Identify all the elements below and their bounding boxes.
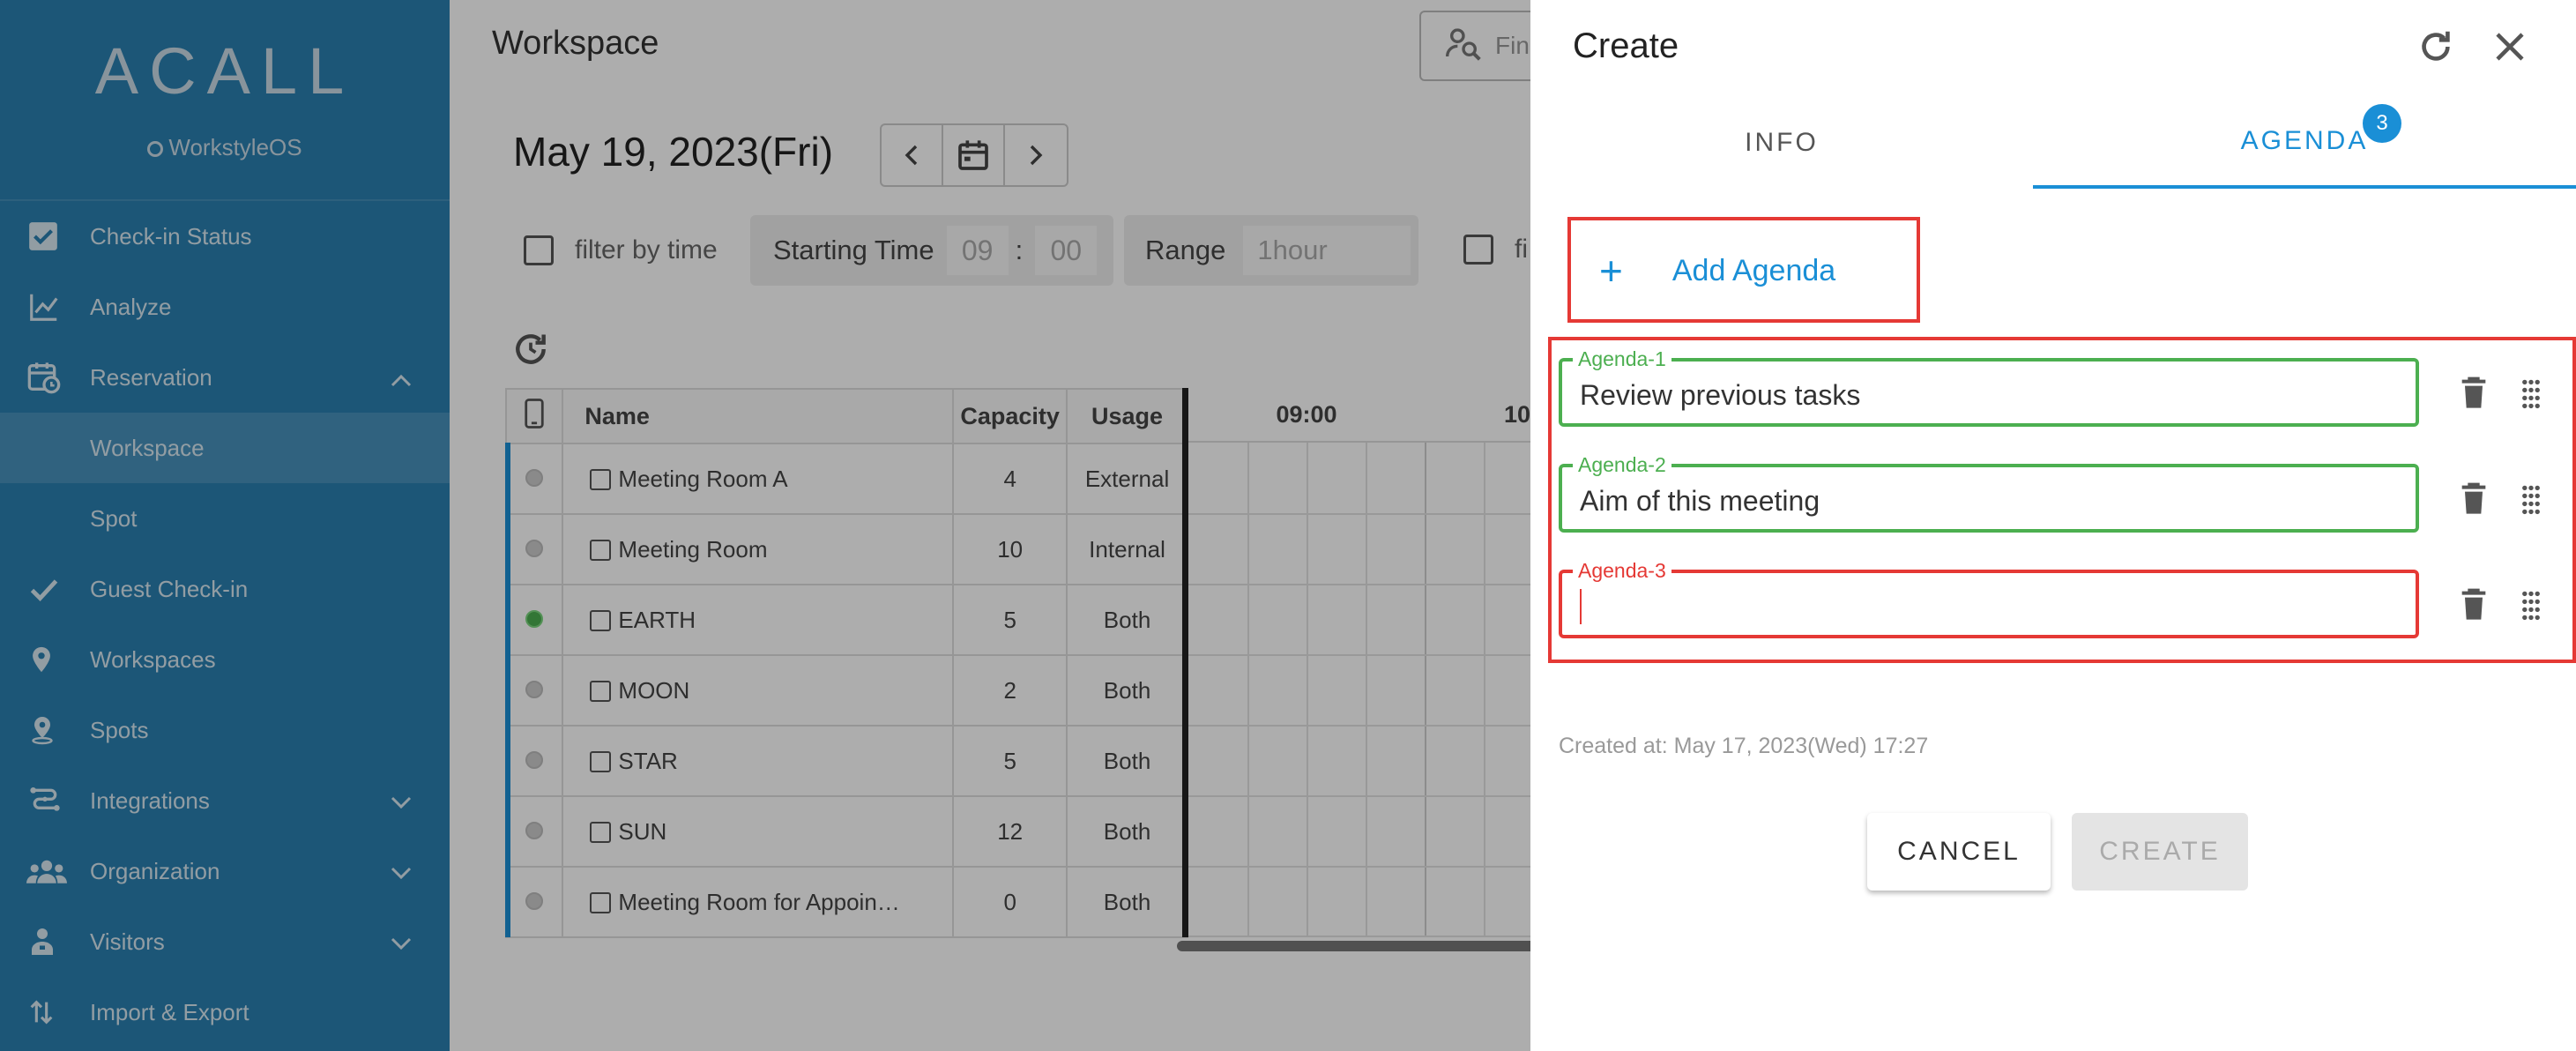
drag-handle-icon[interactable] — [2520, 483, 2542, 519]
created-at-text: Created at: May 17, 2023(Wed) 17:27 — [1559, 734, 1929, 758]
agenda-1-label: Agenda-1 — [1573, 347, 1671, 371]
agenda-2-input[interactable] — [1580, 483, 2400, 518]
dialog-title: Create — [1573, 26, 1679, 65]
agenda-3-field[interactable]: Agenda-3 — [1559, 559, 2419, 638]
create-button[interactable]: CREATE — [2072, 813, 2248, 891]
agenda-3-label: Agenda-3 — [1573, 559, 1671, 583]
tab-info[interactable]: INFO — [1530, 97, 2033, 189]
drag-handle-icon[interactable] — [2520, 589, 2542, 625]
dialog-tabs: INFO AGENDA — [1530, 97, 2576, 189]
agenda-3-input[interactable] — [1580, 589, 2400, 624]
close-icon[interactable] — [2491, 28, 2528, 70]
agenda-1-input[interactable] — [1580, 377, 2400, 413]
drag-handle-icon[interactable] — [2520, 377, 2542, 414]
trash-icon[interactable] — [2459, 376, 2489, 415]
add-agenda-button[interactable]: + Add Agenda — [1583, 233, 1901, 309]
create-dialog: Create INFO AGENDA 3 + Add Agenda Agenda… — [1530, 0, 2576, 1051]
agenda-count-badge: 3 — [2363, 104, 2401, 143]
tab-agenda[interactable]: AGENDA — [2033, 97, 2576, 189]
modal-overlay[interactable] — [0, 0, 1530, 1051]
agenda-2-field[interactable]: Agenda-2 — [1559, 453, 2419, 533]
trash-icon[interactable] — [2459, 481, 2489, 521]
trash-icon[interactable] — [2459, 587, 2489, 627]
agenda-1-field[interactable]: Agenda-1 — [1559, 347, 2419, 427]
plus-icon: + — [1599, 248, 1623, 294]
agenda-2-label: Agenda-2 — [1573, 453, 1671, 477]
reset-icon[interactable] — [2416, 26, 2456, 71]
add-agenda-label: Add Agenda — [1671, 253, 1836, 287]
cancel-button[interactable]: CANCEL — [1867, 813, 2051, 891]
